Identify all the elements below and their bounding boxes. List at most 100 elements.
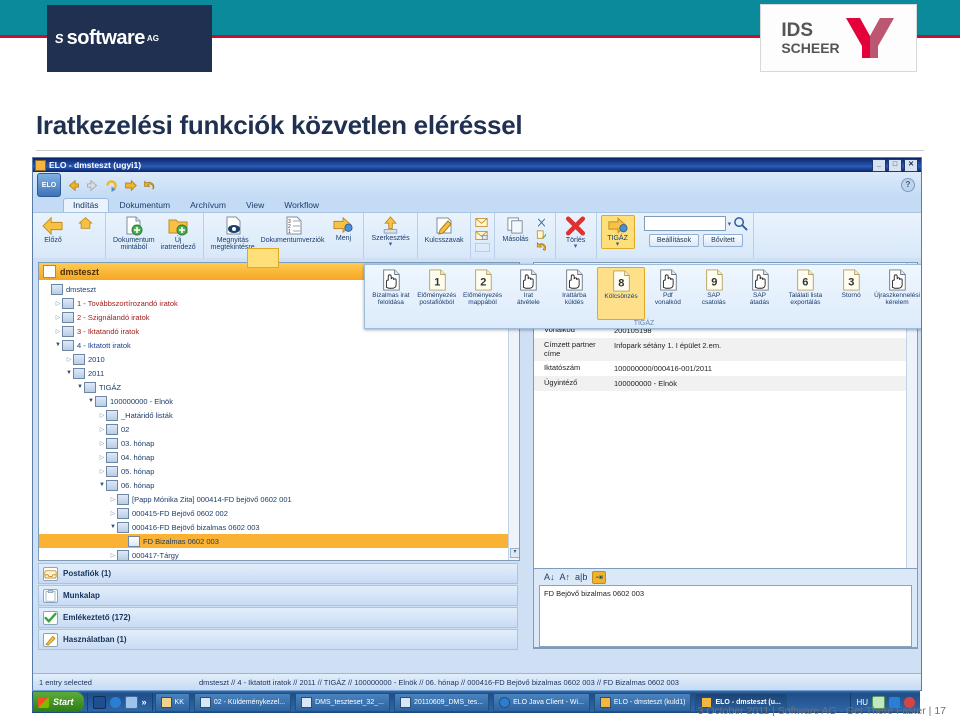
tree-node[interactable]: ▼ 2011	[39, 366, 519, 380]
back-arrow-icon[interactable]	[67, 179, 80, 192]
tree-expand-arrow-open-icon[interactable]: ▼	[109, 524, 117, 530]
tab-archivum[interactable]: Archívum	[181, 199, 235, 212]
undo-icon[interactable]	[536, 242, 547, 252]
tree-node[interactable]: ▼ 4 - Iktatott iratok	[39, 338, 519, 352]
paste-ref-icon[interactable]	[536, 230, 547, 240]
popup-button-irat-atvetele[interactable]: Irat átvétele	[505, 267, 551, 320]
tree-node[interactable]: ▼ 06. hónap	[39, 478, 519, 492]
tree-node[interactable]: ▷ 2010	[39, 352, 519, 366]
goto-arrow-icon[interactable]	[124, 179, 137, 192]
tree-node[interactable]: ▷ 03. hónap	[39, 436, 519, 450]
forward-arrow-icon[interactable]	[86, 179, 99, 192]
popup-button-kolcsonzes[interactable]: 8 Kölcsönzés	[597, 267, 645, 320]
tree-expand-arrow-open-icon[interactable]: ▼	[65, 370, 73, 376]
popup-button-storno[interactable]: 3 Stornó	[828, 267, 874, 320]
chevron-down-icon[interactable]: ▾	[389, 241, 393, 248]
tree-expand-arrow-open-icon[interactable]: ▼	[98, 482, 106, 488]
ribbon-button-dokumentum-mintabol[interactable]: Dokumentum mintából	[110, 215, 158, 253]
close-button[interactable]: ✕	[904, 158, 918, 172]
tree-node[interactable]: ▷ 05. hónap	[39, 464, 519, 478]
taskbar-button-dms-teszteset[interactable]: DMS_teszteset_32_...	[295, 692, 390, 712]
tree-expand-arrow-closed-icon[interactable]: ▷	[54, 328, 62, 335]
tab-view[interactable]: View	[237, 199, 273, 212]
taskbar-button-kk[interactable]: KK	[154, 692, 190, 712]
internet-explorer-icon[interactable]	[109, 696, 121, 708]
popup-button-elozmenyezes-postafiokbol[interactable]: 1 Előményezés postafiókból	[414, 267, 460, 320]
magnifier-icon[interactable]	[733, 216, 748, 231]
wrap-icon[interactable]: ⇥	[592, 570, 606, 584]
chevron-down-icon[interactable]: ▾	[574, 243, 578, 250]
elo-application-button[interactable]: ELO	[37, 173, 61, 197]
taskbar-button-kuldemenykezeles[interactable]: 02 - Küldeménykezel...	[193, 692, 292, 712]
popup-button-ujraszkennelesi-kerelem[interactable]: Újraszkennelési kérelem	[874, 267, 920, 320]
decrease-font-icon[interactable]: A↓	[544, 572, 555, 582]
ribbon-button-masolas[interactable]: Másolás	[499, 215, 531, 244]
tab-dokumentum[interactable]: Dokumentum	[111, 199, 180, 212]
search-input[interactable]	[643, 216, 726, 231]
refresh-icon[interactable]	[105, 179, 118, 192]
send-mail-icon[interactable]	[475, 217, 489, 228]
tree-node[interactable]: ▷ 000417-Tárgy	[39, 548, 519, 560]
tree-node[interactable]: ▷ [Papp Mónika Zita] 000414-FD bejövő 060…	[39, 492, 519, 506]
ribbon-button-dokumentumverziok[interactable]: 3 2 1 Dokumentumverziók	[258, 215, 328, 245]
side-panel-postafiok[interactable]: Postafiók (1)	[38, 563, 518, 584]
tree-scroll-down-arrow[interactable]: ▾	[510, 548, 519, 558]
help-icon[interactable]: ?	[901, 178, 915, 192]
tree-expand-arrow-closed-icon[interactable]: ▷	[98, 440, 106, 447]
maximize-button[interactable]: □	[888, 158, 902, 172]
start-button[interactable]: Start	[33, 692, 84, 712]
tree-expand-arrow-closed-icon[interactable]: ▷	[65, 356, 73, 363]
popup-button-bizalmas-irat-feloldasa[interactable]: Bizalmas irat feloldása	[368, 267, 414, 320]
popup-button-talalati-lista-exportalas[interactable]: 6 Találati lista exportálás	[782, 267, 828, 320]
tree-expand-arrow-closed-icon[interactable]: ▷	[109, 510, 117, 517]
tree-expand-arrow-closed-icon[interactable]: ▷	[109, 496, 117, 503]
save-icon[interactable]	[92, 695, 106, 709]
ribbon-button-uj-iratrendezo[interactable]: Új iratrendező	[158, 215, 199, 253]
tree-expand-arrow-open-icon[interactable]: ▼	[76, 384, 84, 390]
ribbon-button-kulcsszavak[interactable]: Kulcsszavak	[422, 215, 467, 245]
tree-expand-arrow-closed-icon[interactable]: ▷	[98, 426, 106, 433]
tree-expand-arrow-closed-icon[interactable]: ▷	[109, 552, 117, 559]
tree-expand-arrow-closed-icon[interactable]: ▷	[54, 314, 62, 321]
tree-node[interactable]: ▷ _Határidő listák	[39, 408, 519, 422]
ribbon-button-home[interactable]	[69, 215, 101, 231]
ribbon-button-szerkesztes[interactable]: Szerkesztés ▾	[368, 215, 412, 248]
more-chevron-icon[interactable]: »	[142, 697, 147, 707]
tree-expand-arrow-closed-icon[interactable]: ▷	[98, 412, 106, 419]
increase-font-icon[interactable]: A↑	[560, 572, 571, 582]
send-mail-attachment-icon[interactable]	[475, 230, 489, 241]
note-textarea[interactable]: FD Bejövő bizalmas 0602 003	[539, 585, 912, 647]
ribbon-button-elozo[interactable]: Előző	[37, 215, 69, 245]
popup-button-pdf-vonalkod[interactable]: Pdf vonalkód	[645, 267, 691, 320]
tree-expand-arrow-open-icon[interactable]: ▼	[54, 342, 62, 348]
toggle-case-icon[interactable]: a|b	[575, 572, 587, 582]
tree-expand-arrow-closed-icon[interactable]: ▷	[98, 454, 106, 461]
taskbar-button-20110609-dms[interactable]: 20110609_DMS_tes...	[393, 692, 490, 712]
taskbar-button-elo-dmsteszt-kuld1[interactable]: ELO - dmsteszt (kuld1)	[593, 692, 692, 712]
cut-icon[interactable]	[536, 218, 547, 228]
chevron-down-icon[interactable]: ▾	[616, 241, 620, 248]
tree-node[interactable]: ▷ 04. hónap	[39, 450, 519, 464]
beallitasok-button[interactable]: Beállítások	[648, 234, 700, 247]
tree-expand-arrow-open-icon[interactable]: ▼	[87, 398, 95, 404]
tree-node[interactable]: ▷ 000415-FD Bejövő 0602 002	[39, 506, 519, 520]
undo-icon[interactable]	[143, 179, 156, 192]
tab-workflow[interactable]: Workflow	[275, 199, 328, 212]
tree-node[interactable]: ▼ 100000000 - Elnök	[39, 394, 519, 408]
tree-node[interactable]: FD Bizalmas 0602 003	[39, 534, 519, 548]
tree-node[interactable]: ▼ 000416-FD Bejövő bizalmas 0602 003	[39, 520, 519, 534]
ribbon-button-menj[interactable]: Menj	[327, 215, 359, 243]
minimize-button[interactable]: _	[872, 158, 886, 172]
popup-button-elozmenyezes-mappabol[interactable]: 2 Előményezés mappából	[460, 267, 506, 320]
taskbar-button-elo-java-client[interactable]: ELO Java Client - Wi...	[493, 692, 590, 712]
ribbon-button-torles[interactable]: Törlés ▾	[560, 215, 592, 250]
bovitett-button[interactable]: Bővített	[703, 234, 743, 247]
show-desktop-icon[interactable]	[124, 695, 138, 709]
popup-button-irattarba-kuldes[interactable]: Irattárba küldés	[551, 267, 597, 320]
tree-node[interactable]: ▷ 02	[39, 422, 519, 436]
side-panel-emlekezteto[interactable]: Emlékeztető (172)	[38, 607, 518, 628]
popup-button-sap-atadas[interactable]: SAP átadás	[737, 267, 783, 320]
tree-node[interactable]: ▼ TIGÁZ	[39, 380, 519, 394]
chevron-down-icon[interactable]: ▾	[728, 220, 732, 228]
ribbon-button-tigaz[interactable]: TIGÁZ ▾	[600, 215, 635, 250]
